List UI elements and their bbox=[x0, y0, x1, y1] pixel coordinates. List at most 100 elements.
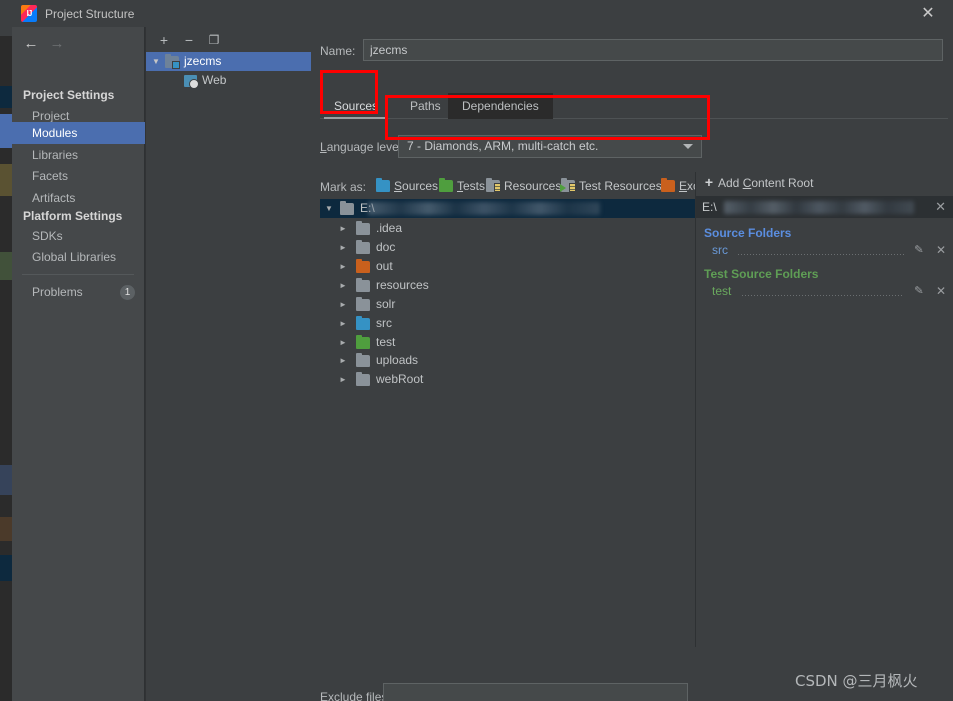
mark-as-tests-button[interactable]: Tests bbox=[439, 178, 485, 194]
settings-sidebar: ← → Project Settings Project Modules Lib… bbox=[12, 27, 145, 701]
file-tree-row-label: uploads bbox=[376, 351, 418, 370]
excluded-folder-icon bbox=[356, 261, 370, 273]
remove-source-folder-icon[interactable]: ✕ bbox=[936, 242, 946, 259]
file-tree-row-label: doc bbox=[376, 238, 395, 257]
file-tree-row-solr[interactable]: ► solr bbox=[320, 295, 703, 314]
module-tree-row-label: jzecms bbox=[184, 52, 221, 71]
redacted-path bbox=[724, 201, 914, 214]
chevron-right-icon[interactable]: ► bbox=[336, 276, 350, 295]
folder-icon bbox=[356, 242, 370, 254]
module-folder-icon bbox=[165, 56, 179, 68]
remove-test-source-folder-icon[interactable]: ✕ bbox=[936, 283, 946, 300]
add-module-button[interactable]: + bbox=[155, 31, 173, 49]
file-tree-row-label: src bbox=[376, 314, 392, 333]
file-tree-row-content-root[interactable]: ▼ E:\ bbox=[320, 199, 703, 218]
sidebar-item-modules[interactable]: Modules bbox=[12, 122, 145, 144]
tests-folder-icon bbox=[439, 180, 453, 192]
tab-dependencies[interactable]: Dependencies bbox=[448, 93, 553, 119]
chevron-right-icon[interactable]: ► bbox=[336, 238, 350, 257]
file-tree-row-doc[interactable]: ► doc bbox=[320, 238, 703, 257]
sidebar-item-facets[interactable]: Facets bbox=[12, 165, 145, 187]
file-tree-row-label: webRoot bbox=[376, 370, 423, 389]
title-bar: Project Structure ✕ bbox=[12, 0, 953, 27]
exclude-files-label: Exclude files: bbox=[320, 690, 391, 701]
watermark: CSDN @三月枫火 bbox=[795, 670, 918, 691]
file-tree-row-out[interactable]: ► out bbox=[320, 257, 703, 276]
nav-group-platform-settings: Platform Settings bbox=[23, 208, 143, 225]
mark-as-sources-button[interactable]: Sources bbox=[376, 178, 438, 194]
window-title: Project Structure bbox=[45, 6, 134, 22]
chevron-right-icon[interactable]: ► bbox=[336, 314, 350, 333]
chevron-right-icon[interactable]: ► bbox=[336, 370, 350, 389]
chevron-right-icon[interactable]: ► bbox=[336, 351, 350, 370]
exclude-files-input[interactable] bbox=[383, 683, 688, 701]
pencil-icon[interactable]: ✎ bbox=[911, 242, 926, 257]
close-icon[interactable]: ✕ bbox=[913, 2, 943, 26]
source-folder-name: src bbox=[712, 242, 728, 259]
file-tree-row-uploads[interactable]: ► uploads bbox=[320, 351, 703, 370]
chevron-down-icon[interactable] bbox=[683, 144, 693, 149]
folder-icon bbox=[356, 280, 370, 292]
chevron-right-icon[interactable]: ► bbox=[336, 219, 350, 238]
mark-as-test-resources-label: Test Resources bbox=[579, 179, 662, 193]
file-tree-row-idea[interactable]: ► .idea bbox=[320, 219, 703, 238]
dotted-leader bbox=[742, 295, 904, 296]
tab-sources[interactable]: Sources bbox=[320, 93, 392, 119]
sidebar-item-sdks[interactable]: SDKs bbox=[12, 225, 145, 247]
chevron-right-icon[interactable]: ► bbox=[336, 333, 350, 352]
content-root-file-tree: ▼ E:\ ► .idea ► doc ► out ► bbox=[320, 199, 703, 674]
content-roots-panel: + Add Content Root E:\ ✕ Source Folders … bbox=[695, 172, 953, 647]
file-tree-row-label: test bbox=[376, 333, 395, 352]
web-facet-icon bbox=[184, 75, 197, 87]
file-tree-row-label: solr bbox=[376, 295, 395, 314]
chevron-right-icon[interactable]: ► bbox=[336, 295, 350, 314]
modules-column: + − ❐ ▼ jzecms Web bbox=[146, 27, 311, 701]
mark-as-test-resources-button[interactable]: Test Resources bbox=[561, 178, 662, 194]
chevron-down-icon[interactable]: ▼ bbox=[322, 199, 336, 218]
sidebar-item-libraries[interactable]: Libraries bbox=[12, 144, 145, 166]
forward-icon[interactable]: → bbox=[48, 35, 66, 53]
excluded-folder-icon bbox=[661, 180, 675, 192]
file-tree-row-test[interactable]: ► test bbox=[320, 333, 703, 352]
remove-module-button[interactable]: − bbox=[180, 31, 198, 49]
nav-arrow-bar: ← → bbox=[12, 32, 145, 56]
test-source-folders-heading: Test Source Folders bbox=[704, 267, 818, 281]
content-root-row[interactable]: E:\ ✕ bbox=[696, 196, 953, 218]
file-tree-row-src[interactable]: ► src bbox=[320, 314, 703, 333]
module-name-input[interactable] bbox=[363, 39, 943, 61]
module-tree-row-label: Web bbox=[202, 71, 226, 90]
module-tree-row-jzecms[interactable]: ▼ jzecms bbox=[146, 52, 311, 71]
language-level-select[interactable]: 7 - Diamonds, ARM, multi-catch etc. bbox=[398, 135, 702, 158]
file-tree-row-resources[interactable]: ► resources bbox=[320, 276, 703, 295]
module-tree-row-web[interactable]: Web bbox=[146, 71, 311, 90]
file-tree-row-webroot[interactable]: ► webRoot bbox=[320, 370, 703, 389]
mark-as-resources-button[interactable]: Resources bbox=[486, 178, 561, 194]
module-tabs: Sources Paths Dependencies bbox=[320, 93, 948, 121]
add-content-root-button[interactable]: + Add Content Root bbox=[696, 172, 953, 194]
folder-icon bbox=[356, 355, 370, 367]
file-tree-row-label: .idea bbox=[376, 219, 402, 238]
name-label: Name: bbox=[320, 44, 355, 58]
language-level-value: 7 - Diamonds, ARM, multi-catch etc. bbox=[407, 136, 598, 157]
sources-folder-icon bbox=[376, 180, 390, 192]
add-content-root-label: Add Content Root bbox=[718, 176, 813, 190]
plus-icon: + bbox=[703, 176, 715, 189]
copy-module-button[interactable]: ❐ bbox=[205, 31, 223, 49]
test-resources-folder-icon bbox=[561, 180, 575, 192]
pencil-icon[interactable]: ✎ bbox=[911, 283, 926, 298]
sources-folder-icon bbox=[356, 318, 370, 330]
remove-content-root-icon[interactable]: ✕ bbox=[935, 196, 946, 218]
chevron-down-icon[interactable]: ▼ bbox=[150, 52, 162, 71]
back-icon[interactable]: ← bbox=[22, 35, 40, 53]
folder-icon bbox=[356, 374, 370, 386]
source-folder-row-src[interactable]: src ✎ ✕ bbox=[696, 242, 953, 259]
sidebar-item-problems-label: Problems bbox=[32, 285, 83, 299]
tab-paths[interactable]: Paths bbox=[396, 93, 455, 119]
sidebar-item-problems[interactable]: Problems 1 bbox=[12, 281, 145, 303]
mark-as-label: Mark as: bbox=[320, 180, 366, 194]
content-root-path: E:\ bbox=[702, 196, 717, 218]
sidebar-item-global-libraries[interactable]: Global Libraries bbox=[12, 246, 145, 268]
chevron-right-icon[interactable]: ► bbox=[336, 257, 350, 276]
sidebar-item-artifacts[interactable]: Artifacts bbox=[12, 187, 145, 209]
test-source-folder-row-test[interactable]: test ✎ ✕ bbox=[696, 283, 953, 300]
